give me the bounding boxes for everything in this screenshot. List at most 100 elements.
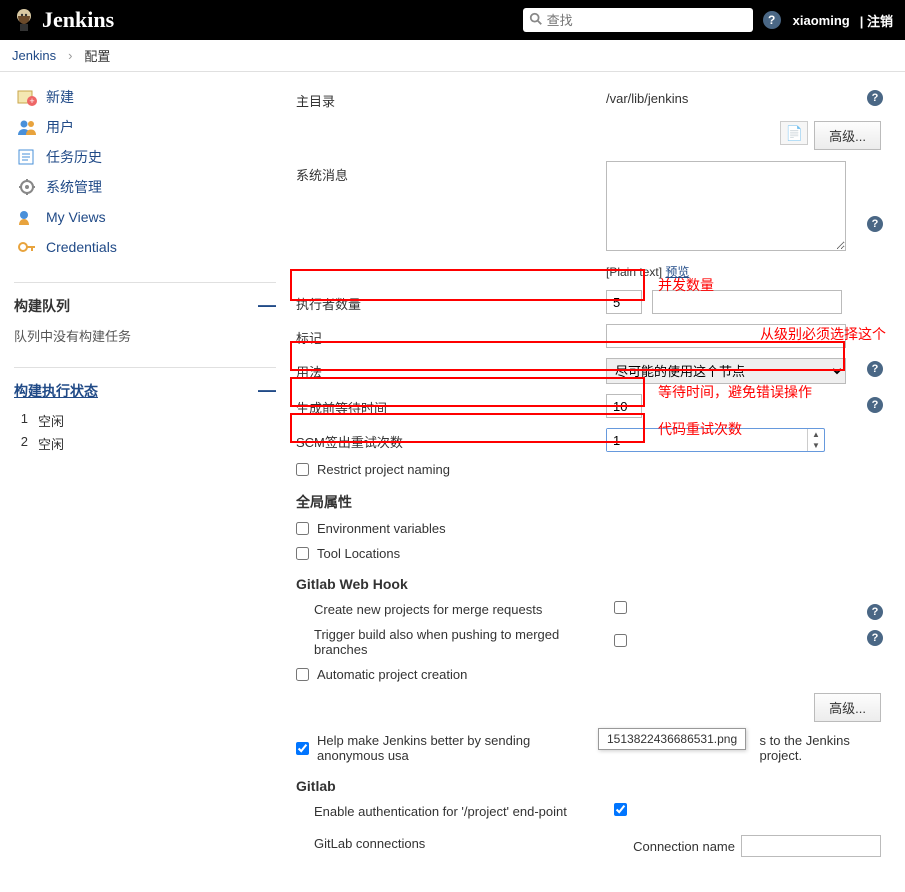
notepad-icon[interactable]: 📄 [780, 121, 808, 145]
help-icon[interactable]: ? [867, 361, 883, 377]
sidebar-item-new[interactable]: + 新建 [14, 82, 276, 112]
gitlab-auth-label: Enable authentication for '/project' end… [314, 804, 614, 819]
row-envvars: Environment variables [296, 516, 881, 541]
sidebar-item-myviews[interactable]: My Views [14, 202, 276, 232]
conn-name-input[interactable] [741, 835, 881, 857]
help-icon[interactable]: ? [867, 604, 883, 620]
logo-text: Jenkins [42, 7, 114, 33]
help-icon[interactable]: ? [763, 11, 781, 29]
pane-title[interactable]: 构建执行状态 [14, 381, 98, 401]
row-quiet: 生成前等待时间 ? [296, 389, 881, 423]
help-icon[interactable]: ? [867, 216, 883, 232]
help-icon[interactable]: ? [867, 397, 883, 413]
quiet-input[interactable] [606, 394, 642, 418]
label-sysmsg: 系统消息 [296, 161, 606, 184]
executors-input[interactable] [606, 290, 642, 314]
value-home: /var/lib/jenkins [606, 87, 688, 106]
advanced-button[interactable]: 高级... [814, 121, 881, 150]
collapse-icon[interactable]: — [258, 380, 276, 401]
scm-spinner[interactable]: ▲ ▼ [606, 428, 825, 452]
scm-input[interactable] [607, 429, 807, 451]
main-form: 主目录 /var/lib/jenkins ? 📄 高级... 系统消息 [Pla… [290, 72, 905, 892]
new-icon: + [16, 87, 38, 107]
label-usage: 用法 [296, 358, 606, 381]
envvars-label: Environment variables [317, 521, 446, 536]
people-icon [16, 117, 38, 137]
sidebar-item-label: 系统管理 [46, 177, 102, 197]
sidebar-item-label: Credentials [46, 239, 117, 255]
sysmsg-textarea[interactable] [606, 161, 846, 251]
row-toolloc: Tool Locations [296, 541, 881, 566]
git-create-checkbox[interactable] [614, 601, 627, 614]
executor-row: 1空闲 [14, 409, 276, 432]
sidebar-item-credentials[interactable]: Credentials [14, 232, 276, 262]
preview-link[interactable]: 预览 [665, 265, 689, 279]
executors-extra-input[interactable] [652, 290, 842, 314]
breadcrumb-root[interactable]: Jenkins [12, 48, 56, 63]
queue-empty: 队列中没有构建任务 [14, 324, 276, 349]
search-icon [529, 12, 543, 29]
plain-text-label: [Plain text] [606, 265, 662, 279]
executor-status-pane: 构建执行状态 — 1空闲 2空闲 [14, 367, 276, 455]
tooltip-filename: 1513822436686531.png [598, 728, 746, 750]
help-icon[interactable]: ? [867, 90, 883, 106]
row-usage-stats: Help make Jenkins better by sending anon… [296, 728, 881, 768]
header: Jenkins ? xiaoming | 注销 [0, 0, 905, 40]
spin-up-icon[interactable]: ▲ [808, 429, 824, 440]
row-executors: 执行者数量 [296, 285, 881, 319]
history-icon [16, 147, 38, 167]
git-trigger-checkbox[interactable] [614, 634, 627, 647]
row-git-trigger: Trigger build also when pushing to merge… [314, 622, 881, 662]
label-labels: 标记 [296, 324, 606, 347]
row-usage: 用法 尽可能的使用这个节点 ? [296, 353, 881, 389]
search-box[interactable] [523, 8, 753, 32]
usage-select[interactable]: 尽可能的使用这个节点 [606, 358, 846, 384]
sidebar-item-label: 用户 [46, 117, 74, 137]
row-labels: 标记 [296, 319, 881, 353]
labels-input[interactable] [606, 324, 846, 348]
git-auto-checkbox[interactable] [296, 668, 309, 681]
executor-row: 2空闲 [14, 432, 276, 455]
logout-link[interactable]: | 注销 [860, 11, 893, 30]
breadcrumb-current: 配置 [84, 46, 110, 65]
gear-icon [16, 177, 38, 197]
myviews-icon [16, 207, 38, 227]
svg-text:+: + [29, 96, 34, 106]
sidebar-item-manage[interactable]: 系统管理 [14, 172, 276, 202]
user-link[interactable]: xiaoming [793, 13, 850, 28]
logo[interactable]: Jenkins [12, 6, 114, 34]
help-icon[interactable]: ? [867, 630, 883, 646]
label-quiet: 生成前等待时间 [296, 394, 606, 417]
key-icon [16, 237, 38, 257]
toolloc-checkbox[interactable] [296, 547, 309, 560]
conn-name-label: Connection name [633, 839, 735, 854]
sidebar-item-history[interactable]: 任务历史 [14, 142, 276, 172]
jenkins-icon [12, 6, 36, 34]
search-input[interactable] [547, 13, 747, 28]
git-trigger-label: Trigger build also when pushing to merge… [314, 627, 614, 657]
git-auto-label: Automatic project creation [317, 667, 467, 682]
gitlab-auth-checkbox[interactable] [614, 803, 627, 816]
row-scm: SCM签出重试次数 ▲ ▼ [296, 423, 881, 457]
section-gitlab: Gitlab [296, 768, 881, 798]
chevron-right-icon: › [68, 48, 72, 63]
advanced-row: 📄 高级... [296, 115, 881, 156]
gitlab-conn-label: GitLab connections [314, 836, 614, 851]
spin-down-icon[interactable]: ▼ [808, 440, 824, 451]
build-queue-pane: 构建队列 — 队列中没有构建任务 [14, 282, 276, 349]
advanced-button[interactable]: 高级... [814, 693, 881, 722]
row-restrict: Restrict project naming [296, 457, 881, 482]
restrict-checkbox[interactable] [296, 463, 309, 476]
envvars-checkbox[interactable] [296, 522, 309, 535]
sidebar-item-people[interactable]: 用户 [14, 112, 276, 142]
label-home: 主目录 [296, 87, 606, 110]
breadcrumb: Jenkins › 配置 [0, 40, 905, 72]
row-git-create: Create new projects for merge requests ? [314, 596, 881, 622]
usage-stats-checkbox[interactable] [296, 742, 309, 755]
row-gitlab-conn: GitLab connections Connection name [314, 824, 881, 862]
sidebar-item-label: 新建 [46, 87, 74, 107]
section-gitlab-hook: Gitlab Web Hook [296, 566, 881, 596]
usage-stats-label: Help make Jenkins better by sending anon… [317, 733, 592, 763]
collapse-icon[interactable]: — [258, 295, 276, 316]
pane-title: 构建队列 [14, 296, 70, 316]
